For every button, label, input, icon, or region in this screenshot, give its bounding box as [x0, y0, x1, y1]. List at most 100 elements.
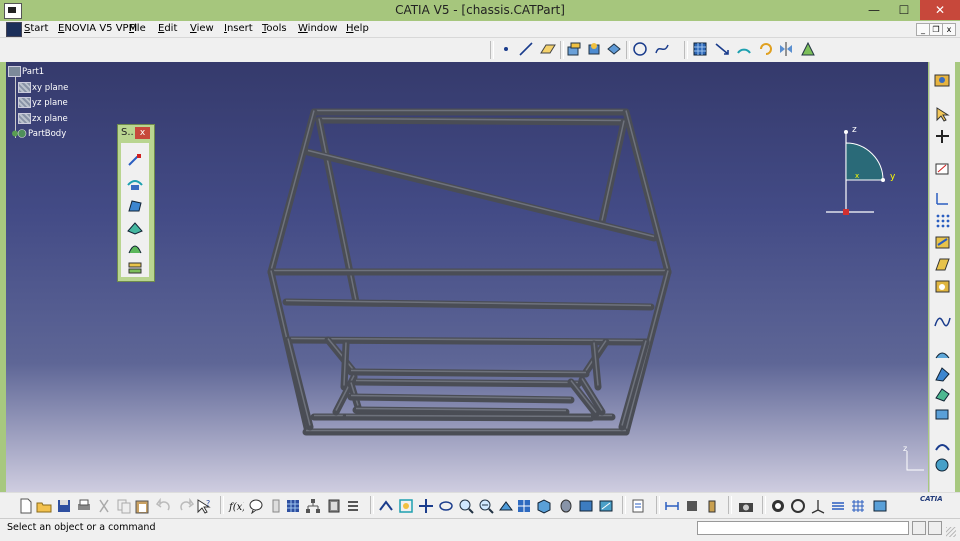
start-logo-icon[interactable]	[6, 22, 22, 37]
menu-edit[interactable]: Edit	[158, 22, 177, 36]
frame-tube[interactable]	[342, 413, 595, 422]
apply-material-icon[interactable]	[770, 498, 786, 514]
redo-icon[interactable]	[178, 498, 194, 514]
pad-sketch-icon[interactable]	[127, 199, 143, 213]
measure-item-icon[interactable]	[684, 498, 700, 514]
menu-view[interactable]: View	[190, 22, 214, 36]
doc-restore-button[interactable]: ❐	[929, 23, 943, 36]
animate-constraint-icon[interactable]	[934, 278, 951, 295]
fly-mode-icon[interactable]	[378, 498, 394, 514]
parameters-icon[interactable]	[346, 498, 362, 514]
paste-icon[interactable]	[134, 498, 150, 514]
update-icon[interactable]	[630, 498, 646, 514]
profile-curve-icon[interactable]	[934, 312, 951, 329]
constraint-icon[interactable]	[934, 234, 951, 251]
select-arrow-icon[interactable]	[934, 106, 951, 123]
doc-close-button[interactable]: x	[942, 23, 956, 36]
measure-icon[interactable]	[934, 438, 951, 455]
sketch-icon[interactable]	[127, 153, 143, 167]
grid-snap-icon[interactable]	[850, 498, 866, 514]
frame-tube[interactable]	[324, 336, 358, 376]
sketcher-icon[interactable]	[934, 160, 951, 177]
layers-icon[interactable]	[830, 498, 846, 514]
normal-view-icon[interactable]	[498, 498, 514, 514]
sketcher-toolbar[interactable]: S.. x	[117, 124, 155, 282]
stack-icon[interactable]	[127, 261, 143, 275]
manipulate-icon[interactable]	[934, 128, 951, 145]
dots-grid-icon[interactable]	[934, 212, 951, 229]
shell-icon[interactable]	[934, 406, 951, 423]
design-table-icon[interactable]	[268, 498, 284, 514]
menu-tools[interactable]: Tools	[262, 22, 287, 36]
open-icon[interactable]	[36, 498, 52, 514]
menu-window[interactable]: Window	[298, 22, 337, 36]
render-icon[interactable]	[790, 498, 806, 514]
command-cancel-button[interactable]	[928, 521, 942, 535]
cut-icon[interactable]	[96, 498, 112, 514]
frame-tube[interactable]	[304, 148, 658, 242]
floating-toolbar-title[interactable]: S..	[121, 127, 134, 138]
formula-icon[interactable]: f(x)	[228, 498, 244, 514]
menu-enovia[interactable]: ENOVIA V5 VPM	[58, 22, 137, 36]
circle-icon[interactable]	[632, 41, 648, 57]
positioned-sketch-icon[interactable]	[127, 177, 143, 191]
fillet-icon[interactable]	[934, 366, 951, 383]
extrude-icon[interactable]	[934, 346, 951, 363]
point-icon[interactable]	[498, 41, 514, 57]
revolve-icon[interactable]	[127, 241, 143, 255]
workbench-icon[interactable]	[934, 72, 951, 89]
chamfer-icon[interactable]	[934, 386, 951, 403]
tree-item-partbody[interactable]: PartBody	[10, 128, 66, 139]
doc-minimize-button[interactable]: _	[916, 23, 930, 36]
menu-start[interactable]: Start	[24, 22, 48, 36]
pad-icon[interactable]	[566, 41, 582, 57]
new-icon[interactable]	[18, 498, 34, 514]
swap-space-icon[interactable]	[598, 498, 614, 514]
hierarchy-icon[interactable]	[305, 498, 321, 514]
knowledge-icon[interactable]	[248, 498, 264, 514]
tree-item-yz-plane[interactable]: yz plane	[18, 97, 68, 108]
menu-insert[interactable]: Insert	[224, 22, 253, 36]
menu-file[interactable]: File	[129, 22, 146, 36]
help-icon[interactable]: ?	[196, 498, 212, 514]
rotate-view-icon[interactable]	[438, 498, 454, 514]
symmetry-icon[interactable]	[778, 41, 794, 57]
table-icon[interactable]	[285, 498, 301, 514]
close-button[interactable]: ✕	[920, 0, 960, 20]
menu-help[interactable]: Help	[346, 22, 369, 36]
iso-view-icon[interactable]	[536, 498, 552, 514]
profile-icon[interactable]	[127, 221, 143, 235]
plane-icon[interactable]	[540, 41, 556, 57]
minimize-button[interactable]: —	[860, 0, 888, 20]
line-icon[interactable]	[518, 41, 534, 57]
shaft-icon[interactable]	[586, 41, 602, 57]
axis-icon[interactable]	[810, 498, 826, 514]
pan-icon[interactable]	[418, 498, 434, 514]
translate-icon[interactable]	[714, 41, 730, 57]
analysis-icon[interactable]	[934, 456, 951, 473]
command-history-button[interactable]	[912, 521, 926, 535]
pattern-icon[interactable]	[800, 41, 816, 57]
rotate-icon[interactable]	[758, 41, 774, 57]
undo-icon[interactable]	[156, 498, 172, 514]
fit-all-icon[interactable]	[398, 498, 414, 514]
floating-toolbar-close-button[interactable]: x	[135, 127, 150, 139]
spline-icon[interactable]	[654, 41, 670, 57]
hide-show-icon[interactable]	[578, 498, 594, 514]
save-icon[interactable]	[56, 498, 72, 514]
multi-view-icon[interactable]	[516, 498, 532, 514]
shading-icon[interactable]	[558, 498, 574, 514]
compass[interactable]: z y x	[824, 125, 904, 216]
grid-icon[interactable]	[692, 41, 708, 57]
inertia-icon[interactable]	[704, 498, 720, 514]
measure-between-icon[interactable]	[664, 498, 680, 514]
catalog-icon[interactable]	[326, 498, 342, 514]
capture-icon[interactable]	[738, 498, 754, 514]
pocket-icon[interactable]	[606, 41, 622, 57]
dimension-icon[interactable]	[934, 256, 951, 273]
tree-root[interactable]: Part1	[8, 66, 44, 77]
tree-item-xy-plane[interactable]: xy plane	[18, 82, 68, 93]
zoom-in-icon[interactable]	[458, 498, 474, 514]
tree-item-zx-plane[interactable]: zx plane	[18, 113, 68, 124]
copy-icon[interactable]	[116, 498, 132, 514]
